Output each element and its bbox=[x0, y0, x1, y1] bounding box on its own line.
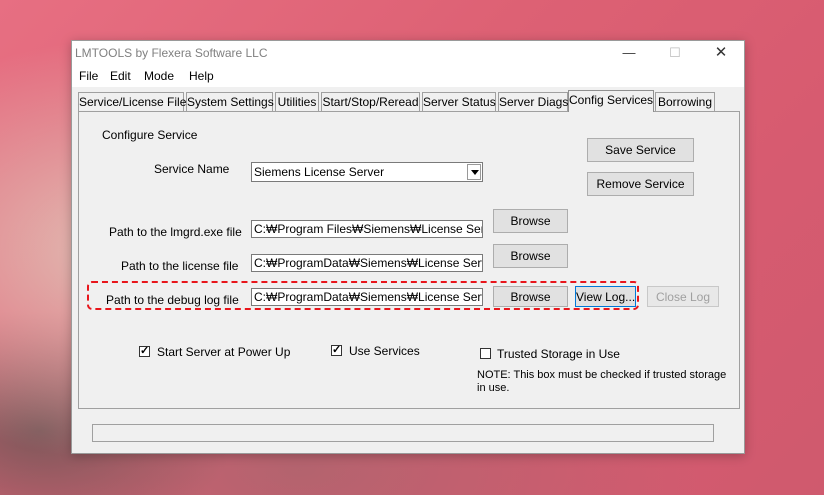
use-services-checkbox[interactable] bbox=[331, 343, 342, 356]
menu-file[interactable]: File bbox=[79, 69, 98, 83]
service-name-label: Service Name bbox=[154, 162, 230, 176]
lmgrd-path-field[interactable]: C:₩Program Files₩Siemens₩License Server₩ bbox=[251, 220, 483, 238]
tab-utilities[interactable]: Utilities bbox=[275, 92, 319, 111]
start-power-up-checkbox[interactable] bbox=[139, 344, 150, 357]
maximize-icon[interactable]: ☐ bbox=[652, 41, 698, 65]
menu-bar: File Edit Mode Help bbox=[72, 65, 744, 87]
close-log-button[interactable]: Close Log bbox=[647, 286, 719, 307]
configure-service-heading: Configure Service bbox=[102, 128, 198, 142]
lmgrd-browse-button[interactable]: Browse bbox=[493, 209, 568, 233]
license-browse-button[interactable]: Browse bbox=[493, 244, 568, 268]
trusted-storage-note: NOTE: This box must be checked if truste… bbox=[477, 369, 727, 394]
menu-help[interactable]: Help bbox=[189, 69, 214, 83]
tab-service-license-file[interactable]: Service/License File bbox=[78, 92, 186, 111]
window-title: LMTOOLS by Flexera Software LLC bbox=[75, 46, 268, 60]
title-bar[interactable]: LMTOOLS by Flexera Software LLC — ☐ ✕ bbox=[72, 41, 744, 65]
menu-edit[interactable]: Edit bbox=[110, 69, 131, 83]
status-bar bbox=[92, 424, 714, 442]
debug-log-highlight-box bbox=[87, 281, 639, 310]
lmgrd-path-label: Path to the lmgrd.exe file bbox=[109, 225, 242, 239]
chevron-down-icon[interactable] bbox=[467, 164, 481, 180]
tab-config-services[interactable]: Config Services bbox=[568, 90, 654, 112]
config-services-panel: Configure Service Service Name Siemens L… bbox=[78, 111, 740, 409]
license-path-label: Path to the license file bbox=[121, 259, 239, 273]
menu-mode[interactable]: Mode bbox=[144, 69, 174, 83]
lmtools-window: LMTOOLS by Flexera Software LLC — ☐ ✕ Fi… bbox=[71, 40, 745, 454]
tab-system-settings[interactable]: System Settings bbox=[186, 92, 274, 111]
minimize-icon[interactable]: — bbox=[606, 41, 652, 65]
service-name-value: Siemens License Server bbox=[254, 165, 385, 179]
tab-start-stop-reread[interactable]: Start/Stop/Reread bbox=[321, 92, 420, 111]
close-icon[interactable]: ✕ bbox=[698, 41, 744, 65]
tab-server-status[interactable]: Server Status bbox=[422, 92, 496, 111]
trusted-storage-label: Trusted Storage in Use bbox=[497, 347, 620, 361]
save-service-button[interactable]: Save Service bbox=[587, 138, 694, 162]
license-path-field[interactable]: C:₩ProgramData₩Siemens₩License Server₩ bbox=[251, 254, 483, 272]
use-services-label: Use Services bbox=[349, 344, 420, 358]
tab-borrowing[interactable]: Borrowing bbox=[655, 92, 715, 111]
remove-service-button[interactable]: Remove Service bbox=[587, 172, 694, 196]
trusted-storage-checkbox[interactable] bbox=[480, 348, 491, 359]
tab-server-diags[interactable]: Server Diags bbox=[498, 92, 568, 111]
service-name-combo[interactable]: Siemens License Server bbox=[251, 162, 483, 182]
start-power-up-label: Start Server at Power Up bbox=[157, 345, 291, 359]
